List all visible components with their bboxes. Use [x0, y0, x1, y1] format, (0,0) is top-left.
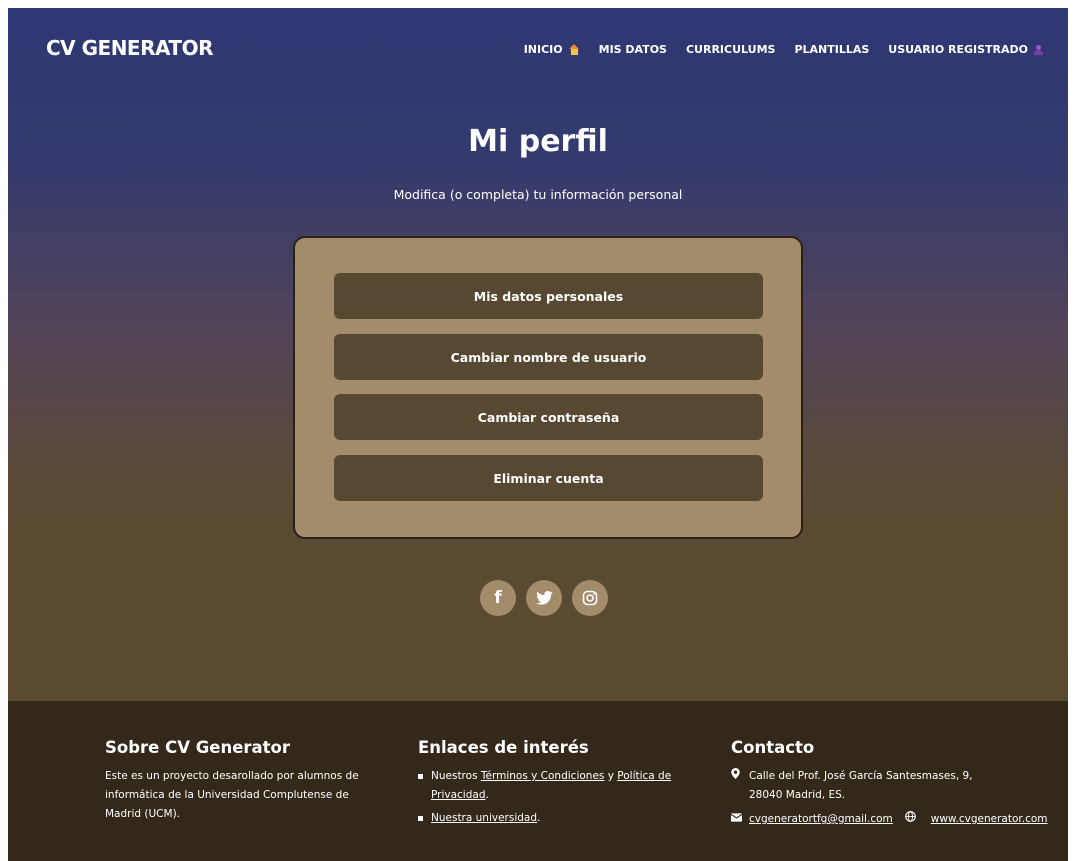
footer-links-title: Enlaces de interés [418, 738, 589, 757]
page-subtitle: Modifica (o completa) tu información per… [393, 187, 683, 202]
page: CV GENERATOR INICIO MIS DATOS CURRICULUM… [8, 8, 1068, 861]
nav-usuario-registrado[interactable]: USUARIO REGISTRADO [888, 43, 1043, 56]
footer-about-title: Sobre CV Generator [105, 738, 291, 757]
nav-plantillas[interactable]: PLANTILLAS [794, 43, 869, 56]
hero-section: CV GENERATOR INICIO MIS DATOS CURRICULUM… [8, 8, 1068, 701]
nav-curriculums[interactable]: CURRICULUMS [686, 43, 775, 56]
address-line-2: 28040 Madrid, ES. [749, 789, 846, 801]
address-line-1: Calle del Prof. José García Santesmases,… [749, 770, 973, 782]
footer-links-list: Nuestros Términos y Condiciones y Políti… [418, 767, 698, 828]
map-pin-icon [731, 767, 743, 786]
twitter-bird-icon [535, 591, 553, 605]
instagram-icon[interactable] [572, 580, 608, 616]
university-suffix: . [537, 812, 541, 824]
footer: Sobre CV Generator Este es un proyecto d… [8, 701, 1068, 861]
footer-about: Sobre CV Generator Este es un proyecto d… [105, 738, 375, 824]
nav-usuario-label: USUARIO REGISTRADO [888, 43, 1028, 56]
footer-links: Enlaces de interés Nuestros Términos y C… [418, 738, 698, 832]
nav-inicio[interactable]: INICIO [524, 43, 580, 56]
website-link[interactable]: www.cvgenerator.com [931, 810, 1048, 829]
contact-address: Calle del Prof. José García Santesmases,… [731, 767, 1051, 805]
main-nav: INICIO MIS DATOS CURRICULUMS PLANTILLAS … [505, 43, 1043, 56]
nav-inicio-label: INICIO [523, 43, 563, 56]
social-links: f [480, 580, 618, 616]
links-text-prefix: Nuestros [431, 770, 481, 782]
footer-contact: Contacto Calle del Prof. José García San… [730, 738, 1051, 829]
envelope-icon [730, 810, 743, 829]
profile-options-card: Mis datos personales Cambiar nombre de u… [293, 236, 803, 539]
links-text-suffix: . [485, 789, 489, 801]
footer-contact-title: Contacto [731, 738, 815, 757]
user-icon [1034, 44, 1043, 55]
nav-mis-datos[interactable]: MIS DATOS [599, 43, 667, 56]
instagram-glyph-icon [582, 590, 598, 606]
globe-icon [904, 810, 917, 829]
university-link[interactable]: Nuestra universidad [431, 812, 537, 824]
twitter-icon[interactable] [526, 580, 562, 616]
personal-data-button[interactable]: Mis datos personales [334, 273, 763, 319]
page-title: Mi perfil [468, 124, 608, 159]
change-username-button[interactable]: Cambiar nombre de usuario [334, 334, 763, 380]
terms-link[interactable]: Términos y Condiciones [481, 770, 605, 782]
brand-logo[interactable]: CV GENERATOR [46, 36, 213, 60]
contact-links: cvgeneratortfg@gmail.com www.cvgenerator… [730, 810, 1051, 829]
email-link[interactable]: cvgeneratortfg@gmail.com [749, 810, 893, 829]
change-password-button[interactable]: Cambiar contraseña [334, 394, 763, 440]
house-icon [568, 44, 580, 55]
facebook-icon[interactable]: f [480, 580, 516, 616]
list-item: Nuestra universidad. [418, 809, 698, 828]
links-text-mid: y [604, 770, 618, 782]
footer-about-text: Este es un proyecto desarollado por alum… [105, 770, 359, 820]
list-item: Nuestros Términos y Condiciones y Políti… [418, 767, 698, 805]
delete-account-button[interactable]: Eliminar cuenta [334, 455, 763, 501]
